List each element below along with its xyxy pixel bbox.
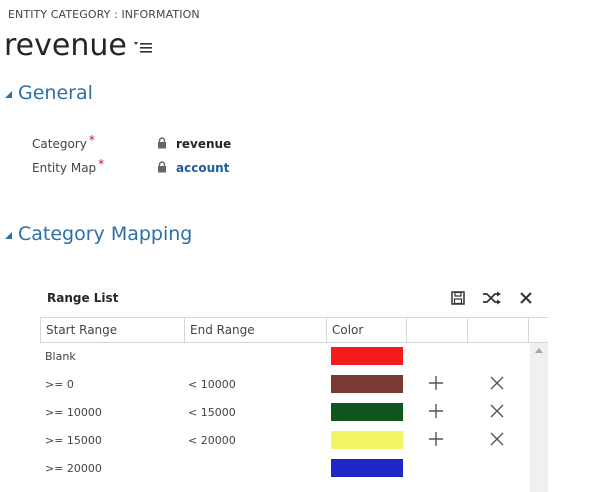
lock-icon (158, 137, 166, 149)
table-row[interactable]: >= 15000 < 20000 (40, 427, 530, 455)
list-menu-icon[interactable] (133, 40, 153, 54)
entity-category-form: ENTITY CATEGORY : INFORMATION revenue Ge… (0, 0, 592, 492)
column-header-start-range[interactable]: Start Range (40, 318, 185, 342)
column-header-add (407, 318, 468, 342)
entity-map-label: Entity Map * (32, 157, 104, 175)
section-general-title: General (18, 82, 93, 104)
grid-header: Start Range End Range Color (40, 318, 548, 343)
collapse-triangle-icon (5, 91, 12, 98)
table-row[interactable]: >= 0 < 10000 (40, 371, 530, 399)
start-range-cell: >= 10000 (45, 406, 102, 419)
start-range-cell: >= 0 (45, 378, 74, 391)
required-marker: * (98, 157, 105, 171)
shuffle-icon[interactable] (482, 291, 502, 305)
record-title: revenue (4, 28, 127, 63)
x-icon[interactable] (489, 403, 505, 419)
entity-label: ENTITY CATEGORY : INFORMATION (8, 8, 200, 21)
table-row[interactable]: Blank (40, 343, 530, 371)
scroll-up-arrow-icon[interactable] (535, 348, 543, 353)
column-header-end-range[interactable]: End Range (185, 318, 327, 342)
entity-map-link[interactable]: account (176, 161, 229, 175)
plus-icon[interactable] (428, 431, 444, 447)
column-header-spacer (529, 318, 548, 342)
range-list-grid: Start Range End Range Color Blank >= 0 <… (40, 317, 548, 492)
collapse-triangle-icon (5, 232, 12, 239)
end-range-cell: < 15000 (188, 406, 236, 419)
close-icon[interactable] (519, 291, 533, 305)
section-general-header[interactable]: General (4, 80, 93, 106)
category-label: Category * (32, 133, 95, 151)
start-range-cell: Blank (45, 350, 76, 363)
table-row[interactable]: >= 20000 (40, 455, 530, 483)
section-mapping-header[interactable]: Category Mapping (4, 221, 192, 247)
end-range-cell: < 20000 (188, 434, 236, 447)
section-mapping-title: Category Mapping (18, 223, 193, 245)
color-swatch[interactable] (331, 347, 403, 365)
category-value: revenue (176, 137, 232, 151)
color-swatch[interactable] (331, 403, 403, 421)
start-range-cell: >= 20000 (45, 462, 102, 475)
lock-icon (158, 161, 166, 173)
entity-map-label-text: Entity Map (32, 161, 97, 175)
x-icon[interactable] (489, 375, 505, 391)
category-label-text: Category (32, 137, 87, 151)
column-header-delete (468, 318, 529, 342)
plus-icon[interactable] (428, 403, 444, 419)
vertical-scrollbar[interactable] (530, 343, 548, 492)
table-row[interactable]: >= 10000 < 15000 (40, 399, 530, 427)
color-swatch[interactable] (331, 431, 403, 449)
plus-icon[interactable] (428, 375, 444, 391)
save-icon[interactable] (451, 291, 465, 305)
column-header-color[interactable]: Color (327, 318, 407, 342)
required-marker: * (88, 133, 95, 147)
end-range-cell: < 10000 (188, 378, 236, 391)
range-list-title: Range List (47, 291, 119, 305)
x-icon[interactable] (489, 431, 505, 447)
color-swatch[interactable] (331, 375, 403, 393)
start-range-cell: >= 15000 (45, 434, 102, 447)
color-swatch[interactable] (331, 459, 403, 477)
